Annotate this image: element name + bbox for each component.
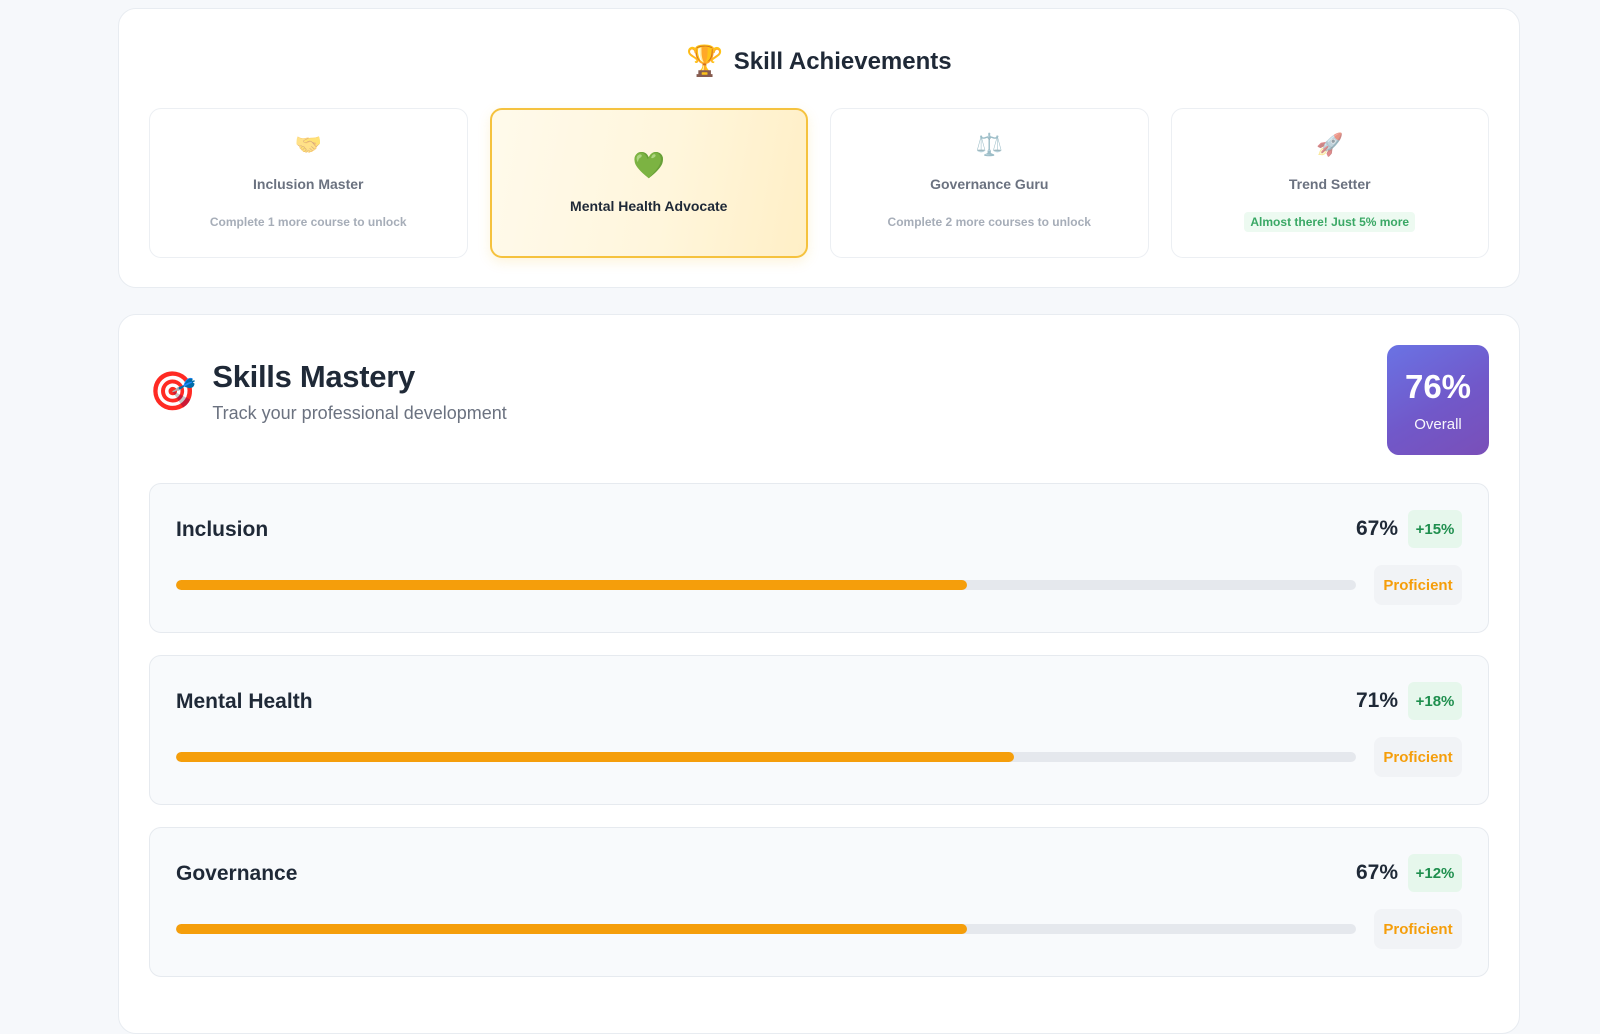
dart-target-icon: 🎯 — [149, 370, 197, 413]
trophy-icon: 🏆 — [686, 45, 724, 78]
skill-progress-fill — [176, 752, 1014, 762]
skill-level-badge: Proficient — [1374, 737, 1462, 777]
skill-name: Inclusion — [176, 518, 269, 541]
skill-progress-fill — [176, 580, 967, 590]
skill-stats: 67% +15% — [1356, 510, 1462, 548]
handshake-icon: 🤝 — [294, 132, 322, 157]
skill-row-governance[interactable]: Governance 67% +12% Proficient — [149, 827, 1489, 977]
skill-stats: 67% +12% — [1356, 854, 1462, 892]
skill-delta-badge: +18% — [1408, 682, 1462, 720]
overall-score-label: Overall — [1414, 415, 1462, 433]
green-heart-icon: 💚 — [632, 150, 665, 180]
skill-progress-fill — [176, 924, 967, 934]
badge-unlock-hint: Complete 2 more courses to unlock — [887, 215, 1091, 229]
rocket-icon: 🚀 — [1316, 132, 1344, 157]
skill-percent: 67% — [1355, 861, 1398, 884]
skills-mastery-card: 🎯 Skills Mastery Track your professional… — [118, 314, 1520, 1034]
achievements-header: 🏆 Skill Achievements — [119, 47, 1519, 77]
overall-score-badge: 76% Overall — [1387, 345, 1489, 455]
skills-subtitle: Track your professional development — [212, 403, 507, 423]
skill-row-mental-health[interactable]: Mental Health 71% +18% Proficient — [149, 655, 1489, 805]
badge-name: Inclusion Master — [253, 176, 364, 192]
skill-delta-badge: +15% — [1408, 510, 1462, 548]
skill-level-badge: Proficient — [1374, 565, 1462, 605]
overall-score-value: 76% — [1404, 367, 1472, 405]
skill-achievements-card: 🏆 Skill Achievements 🤝 Inclusion Master … — [118, 8, 1520, 288]
skill-progress-track — [176, 924, 1356, 934]
badge-progress-hint: Almost there! Just 5% more — [1244, 212, 1416, 232]
badge-name: Trend Setter — [1288, 176, 1371, 192]
skill-delta-badge: +12% — [1408, 854, 1462, 892]
achievement-badges: 🤝 Inclusion Master Complete 1 more cours… — [149, 108, 1489, 258]
badge-unlock-hint: Complete 1 more course to unlock — [209, 215, 407, 229]
skills-header: 🎯 Skills Mastery Track your professional… — [149, 359, 507, 424]
skill-progress-track — [176, 752, 1356, 762]
skill-name: Governance — [176, 862, 298, 885]
scales-icon: ⚖️ — [975, 132, 1003, 157]
badge-name: Mental Health Advocate — [570, 198, 728, 214]
skill-level-badge: Proficient — [1374, 909, 1462, 949]
badge-name: Governance Guru — [930, 176, 1049, 192]
skill-percent: 67% — [1355, 517, 1398, 540]
badge-inclusion-master[interactable]: 🤝 Inclusion Master Complete 1 more cours… — [149, 108, 468, 258]
badge-mental-health-advocate[interactable]: 💚 Mental Health Advocate — [489, 108, 808, 258]
skill-percent: 71% — [1355, 689, 1398, 712]
skill-stats: 71% +18% — [1356, 682, 1462, 720]
skill-name: Mental Health — [176, 690, 313, 713]
badge-governance-guru[interactable]: ⚖️ Governance Guru Complete 2 more cours… — [830, 108, 1149, 258]
skill-row-inclusion[interactable]: Inclusion 67% +15% Proficient — [149, 483, 1489, 633]
badge-trend-setter[interactable]: 🚀 Trend Setter Almost there! Just 5% mor… — [1170, 108, 1489, 258]
skill-progress-track — [176, 580, 1356, 590]
achievements-title: Skill Achievements — [733, 48, 952, 75]
skills-title: Skills Mastery — [212, 359, 415, 394]
